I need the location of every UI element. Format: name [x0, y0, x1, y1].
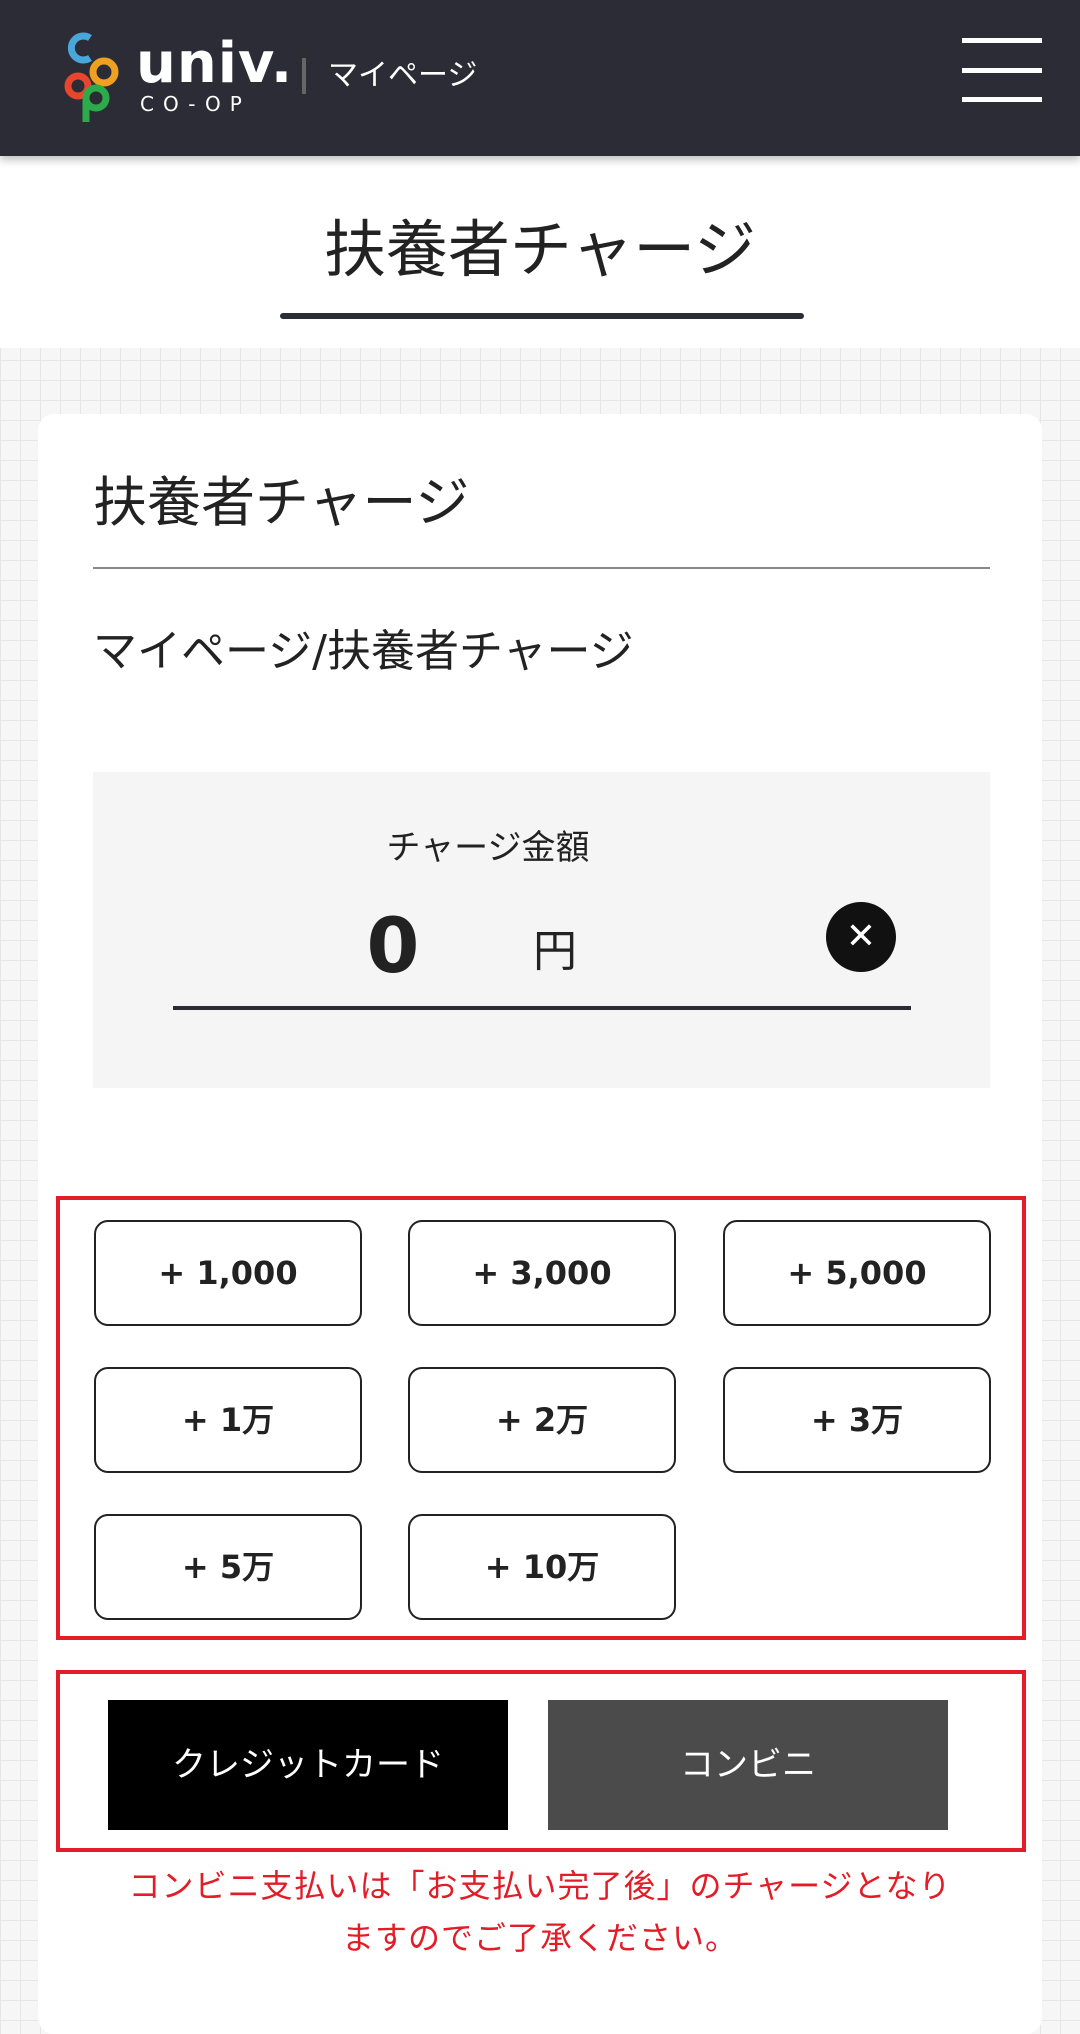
preset-button-10000[interactable]: + 1万 — [94, 1367, 362, 1473]
page-title-band: 扶養者チャージ — [0, 156, 1080, 348]
credit-card-button[interactable]: クレジットカード — [108, 1700, 508, 1830]
preset-button-3000[interactable]: + 3,000 — [408, 1220, 676, 1326]
card-title: 扶養者チャージ — [93, 471, 470, 534]
notice-line-1: コンビニ支払いは「お支払い完了後」のチャージとなり — [128, 1867, 952, 1905]
preset-button-50000[interactable]: + 5万 — [94, 1514, 362, 1620]
brand-logo: univ. CO-OP — [136, 31, 294, 116]
charge-amount-underline — [173, 1006, 911, 1010]
preset-button-1000[interactable]: + 1,000 — [94, 1220, 362, 1326]
header-title: マイページ — [328, 58, 478, 93]
preset-button-30000[interactable]: + 3万 — [723, 1367, 991, 1473]
charge-amount-label: チャージ金額 — [386, 828, 590, 868]
hamburger-menu-icon[interactable] — [962, 38, 1042, 102]
close-icon: ✕ — [845, 916, 877, 957]
preset-amount-group: + 1,000 + 3,000 + 5,000 + 1万 + 2万 + 3万 +… — [56, 1196, 1026, 1640]
header-divider — [302, 58, 306, 94]
charge-amount-input[interactable]: 0 — [323, 896, 463, 996]
brand-name: univ. — [136, 31, 294, 96]
page-title-underline — [280, 313, 804, 319]
charge-amount-unit: 円 — [533, 926, 577, 977]
preset-button-5000[interactable]: + 5,000 — [723, 1220, 991, 1326]
convenience-store-button[interactable]: コンビニ — [548, 1700, 948, 1830]
payment-method-group: クレジットカード コンビニ — [56, 1670, 1026, 1852]
clear-amount-button[interactable]: ✕ — [826, 902, 896, 972]
convenience-notice: コンビニ支払いは「お支払い完了後」のチャージとなり ますのでご了承ください。 — [60, 1860, 1020, 1964]
app-header: univ. CO-OP マイページ — [0, 0, 1080, 156]
card-divider — [93, 567, 990, 569]
preset-button-100000[interactable]: + 10万 — [408, 1514, 676, 1620]
notice-line-2: ますのでご了承ください。 — [341, 1919, 738, 1957]
preset-button-20000[interactable]: + 2万 — [408, 1367, 676, 1473]
charge-amount-box: チャージ金額 0 円 ✕ — [93, 772, 990, 1088]
breadcrumb: マイページ/扶養者チャージ — [93, 626, 634, 677]
brand-sub: CO-OP — [140, 92, 251, 116]
page-title: 扶養者チャージ — [323, 213, 757, 286]
